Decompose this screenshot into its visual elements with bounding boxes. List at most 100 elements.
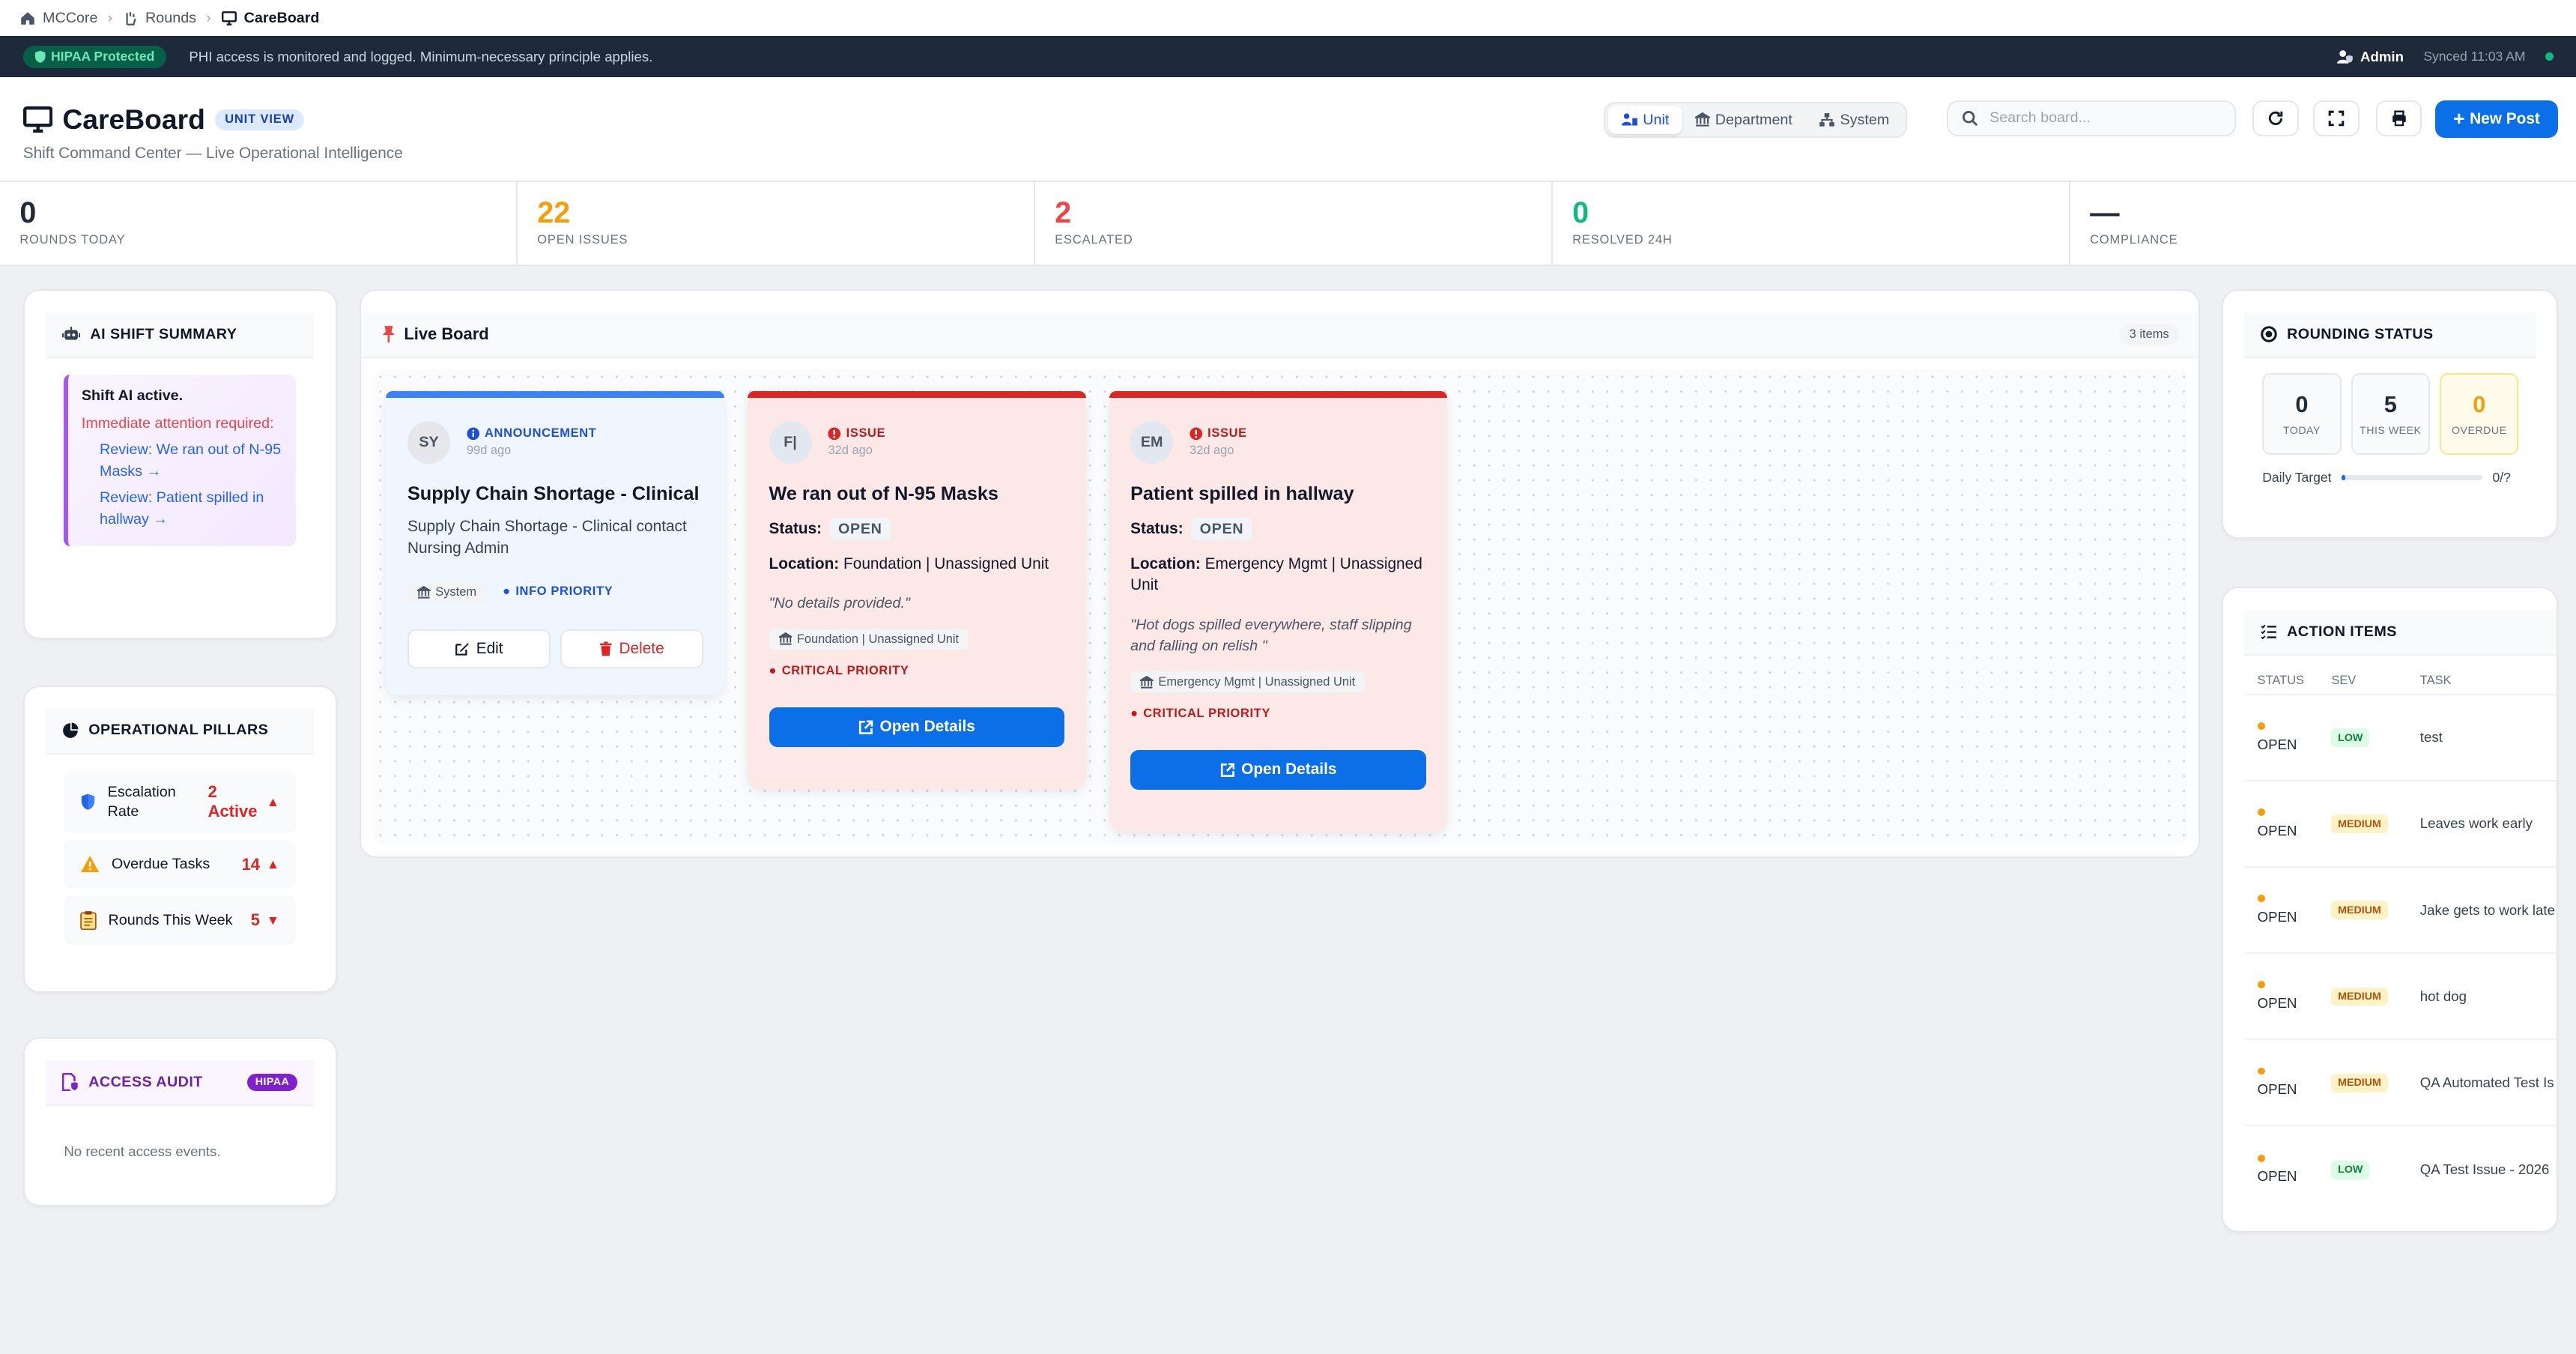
- severity-badge: MEDIUM: [2331, 814, 2388, 834]
- location-label: Location:: [1130, 554, 1201, 572]
- tab-unit[interactable]: Unit: [1608, 106, 1682, 134]
- open-details-label: Open Details: [1241, 761, 1337, 779]
- alert-circle-icon: [1189, 426, 1203, 440]
- card-type: ANNOUNCEMENT: [467, 426, 597, 441]
- stat-escalated[interactable]: 2 ESCALATED: [1035, 182, 1553, 265]
- unit-chip: Emergency Mgmt | Unassigned Unit: [1130, 671, 1366, 693]
- table-row[interactable]: OPEN LOW QA Test Issue - 2026: [2246, 1126, 2557, 1212]
- stat-label: ESCALATED: [1055, 233, 1133, 247]
- stat-label: OPEN ISSUES: [537, 233, 628, 247]
- card-title: Supply Chain Shortage - Clinical: [407, 483, 700, 504]
- panel-header: AI SHIFT SUMMARY: [46, 312, 315, 358]
- pillar-escalation-rate[interactable]: Escalation Rate 2 Active ▲: [64, 770, 297, 833]
- card-quote: "No details provided.": [769, 595, 910, 612]
- table-row[interactable]: OPEN MEDIUM Leaves work early: [2246, 782, 2557, 868]
- card-type-label: ISSUE: [846, 426, 886, 440]
- panel-title: ROUNDING STATUS: [2287, 325, 2434, 342]
- user-menu[interactable]: Admin: [2337, 49, 2404, 65]
- pillar-rounds-this-week[interactable]: Rounds This Week 5 ▼: [64, 895, 297, 945]
- tab-system[interactable]: System: [1805, 106, 1902, 133]
- source-label: System: [435, 585, 477, 599]
- pin-icon: [382, 326, 395, 343]
- refresh-button[interactable]: [2252, 100, 2299, 137]
- card-accent-bar: [386, 391, 725, 398]
- card-meta: ISSUE 32d ago: [1189, 426, 1247, 458]
- hipaa-badge: HIPAA: [246, 1074, 298, 1091]
- table-row[interactable]: OPEN MEDIUM Jake gets to work late: [2246, 868, 2557, 955]
- task-cell: QA Automated Test Is: [2419, 1074, 2554, 1090]
- status-text: OPEN: [2257, 908, 2297, 925]
- stat-open-issues[interactable]: 22 OPEN ISSUES: [518, 182, 1035, 265]
- pillar-value-text: 5: [250, 910, 260, 930]
- sev-cell: LOW: [2320, 1160, 2408, 1179]
- card-actions: Edit Delete: [407, 629, 703, 669]
- board-card-announcement[interactable]: SY ANNOUNCEMENT 99d ago Supply Chain Sho…: [386, 391, 725, 695]
- card-tags: System ● INFO PRIORITY: [407, 567, 703, 603]
- sev-cell: MEDIUM: [2320, 814, 2408, 834]
- table-row[interactable]: OPEN MEDIUM QA Automated Test Is: [2246, 1040, 2557, 1127]
- table-row[interactable]: OPEN MEDIUM hot dog: [2246, 954, 2557, 1041]
- priority-tag: ● INFO PRIORITY: [503, 584, 613, 599]
- severity-badge: LOW: [2331, 1160, 2370, 1179]
- ai-summary-box: Shift AI active. Immediate attention req…: [64, 374, 297, 547]
- review-link[interactable]: Review: We ran out of N-95 Masks →: [82, 439, 283, 482]
- home-icon: [21, 12, 35, 25]
- tab-department[interactable]: Department: [1682, 106, 1806, 133]
- counter-overdue: 0 OVERDUE: [2440, 372, 2519, 456]
- panel-header: Live Board 3 items: [361, 312, 2199, 358]
- board-card-issue[interactable]: F| ISSUE 32d ago We ran out of N-95 Mask…: [748, 391, 1086, 789]
- monitor-icon: [221, 11, 237, 26]
- stat-resolved-24h[interactable]: 0 RESOLVED 24H: [1553, 182, 2070, 265]
- open-details-button[interactable]: Open Details: [1130, 750, 1426, 790]
- stat-label: ROUNDS TODAY: [19, 233, 126, 247]
- counter-value: 0: [2295, 391, 2309, 418]
- status-label: Status:: [769, 520, 822, 538]
- delete-button[interactable]: Delete: [560, 629, 703, 669]
- page-title-group: CareBoard UNIT VIEW: [22, 103, 305, 136]
- clipboard-icon: [80, 911, 97, 931]
- breadcrumb-rounds[interactable]: Rounds: [145, 10, 196, 27]
- pillar-value: 5 ▼: [251, 910, 279, 930]
- priority-label: INFO PRIORITY: [515, 584, 613, 599]
- breadcrumb: MCCore › Rounds › CareBoard: [0, 0, 2576, 37]
- ai-shift-summary-panel: AI SHIFT SUMMARY Shift AI active. Immedi…: [22, 289, 337, 640]
- table-row[interactable]: OPEN LOW test: [2246, 695, 2557, 782]
- open-details-button[interactable]: Open Details: [769, 707, 1065, 747]
- priority-tag: ● CRITICAL PRIORITY: [769, 663, 909, 677]
- breadcrumb-mccore[interactable]: MCCore: [43, 10, 97, 27]
- new-post-button[interactable]: + New Post: [2434, 100, 2559, 139]
- card-title: We ran out of N-95 Masks: [769, 483, 998, 504]
- fullscreen-button[interactable]: [2313, 100, 2360, 137]
- unit-chip-label: Foundation | Unassigned Unit: [796, 632, 960, 646]
- review-link[interactable]: Review: Patient spilled in hallway →: [82, 487, 283, 530]
- print-button[interactable]: [2375, 100, 2422, 137]
- priority-label: CRITICAL PRIORITY: [781, 663, 909, 677]
- daily-target-label: Daily Target: [2262, 470, 2332, 486]
- board-card-issue[interactable]: EM ISSUE 32d ago Patient spilled in hall…: [1109, 391, 1448, 832]
- status-text: OPEN: [2257, 995, 2297, 1011]
- stat-rounds-today[interactable]: 0 ROUNDS TODAY: [0, 182, 518, 265]
- counter-label: OVERDUE: [2451, 424, 2507, 437]
- breadcrumb-careboard: CareBoard: [243, 9, 320, 26]
- pillar-value-text: 14: [241, 854, 260, 874]
- record-circle-icon: [2261, 326, 2277, 342]
- access-audit-panel: ACCESS AUDIT HIPAA No recent access even…: [22, 1037, 337, 1207]
- column-header-sev[interactable]: SEV: [2320, 674, 2408, 688]
- status-dot: [2257, 1154, 2265, 1162]
- unit-chip-label: Emergency Mgmt | Unassigned Unit: [1158, 674, 1356, 689]
- column-header-status[interactable]: STATUS: [2246, 674, 2320, 688]
- source-chip: System: [407, 581, 487, 603]
- edit-button[interactable]: Edit: [407, 629, 551, 669]
- panel-title: AI SHIFT SUMMARY: [90, 325, 237, 342]
- card-header: SY ANNOUNCEMENT 99d ago: [407, 420, 703, 464]
- column-header-task[interactable]: TASK: [2408, 674, 2557, 688]
- status-dot: [2257, 895, 2265, 903]
- stat-compliance[interactable]: — COMPLIANCE: [2070, 182, 2576, 265]
- card-meta: ISSUE 32d ago: [828, 426, 885, 458]
- search-input[interactable]: Search board...: [1947, 100, 2237, 137]
- tab-unit-label: Unit: [1643, 111, 1670, 128]
- status-cell: OPEN: [2246, 895, 2320, 925]
- sev-cell: LOW: [2320, 728, 2408, 747]
- card-header: F| ISSUE 32d ago: [769, 420, 1065, 464]
- pillar-overdue-tasks[interactable]: Overdue Tasks 14 ▲: [64, 839, 297, 889]
